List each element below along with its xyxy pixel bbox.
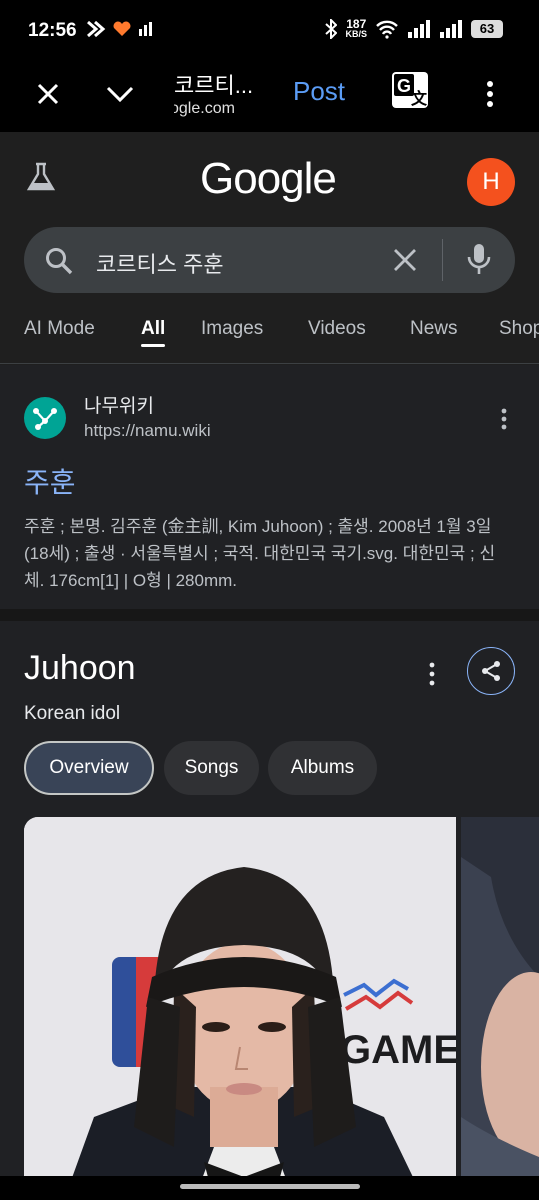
bluetooth-icon: [325, 18, 338, 39]
namuwiki-site-icon: [24, 397, 66, 439]
kp-main-image[interactable]: GAME: [24, 817, 456, 1200]
search-result: 나무위키 https://namu.wiki 주훈 주훈 ; 본명. 김주훈 (…: [0, 365, 539, 609]
tab-ai-mode[interactable]: AI Mode: [24, 318, 95, 340]
namuwiki-logo-icon: [33, 408, 57, 430]
share-icon: [482, 661, 500, 681]
post-button[interactable]: Post: [293, 76, 345, 107]
search-tabs: AI Mode All Images Videos News Shop: [0, 308, 539, 364]
labs-button[interactable]: [24, 160, 58, 199]
account-avatar[interactable]: H: [467, 158, 515, 206]
mic-icon[interactable]: [466, 243, 492, 277]
gesture-handle[interactable]: [180, 1184, 360, 1189]
translate-icon: G 文: [394, 74, 428, 108]
status-time: 12:56: [28, 20, 77, 41]
search-icon: [46, 248, 73, 275]
chevron-down-icon: [106, 86, 134, 103]
more-menu-button[interactable]: [466, 70, 514, 118]
result-site-name[interactable]: 나무위키: [84, 391, 154, 418]
active-tab-indicator: [141, 344, 165, 347]
tab-title-block[interactable]: 코르티... ogle.com: [174, 68, 274, 118]
tab-shopping[interactable]: Shop: [499, 318, 539, 340]
result-snippet: 주훈 ; 본명. 김주훈 (金主訓, Kim Juhoon) ; 출생. 200…: [24, 517, 496, 590]
minimize-button[interactable]: [96, 70, 144, 118]
portrait-photo: GAME: [24, 817, 456, 1200]
kp-more-icon[interactable]: [422, 661, 442, 687]
chip-songs[interactable]: Songs: [164, 741, 259, 795]
wifi-icon: [376, 20, 398, 39]
app-notification-icon: [87, 20, 106, 38]
heart-notification-icon: [113, 21, 131, 36]
chip-overview[interactable]: Overview: [24, 741, 154, 795]
tab-all[interactable]: All: [141, 318, 165, 340]
signal-icon: [408, 19, 430, 38]
share-button[interactable]: [467, 647, 515, 695]
tab-news[interactable]: News: [410, 318, 458, 340]
notification-icons: [86, 20, 152, 38]
knowledge-panel: Juhoon Korean idol Overview Songs Albums…: [0, 621, 539, 1200]
clear-icon[interactable]: [392, 247, 418, 273]
backdrop-game-text: GAME: [340, 1028, 456, 1072]
signal-small-icon: [139, 22, 152, 36]
result-more-icon[interactable]: [494, 407, 514, 431]
tab-images[interactable]: Images: [201, 318, 263, 340]
speed-unit: KB/S: [345, 29, 367, 39]
system-nav-bar: [0, 1176, 539, 1200]
search-box[interactable]: 코르티스 주훈: [24, 227, 515, 293]
google-logo[interactable]: Google: [200, 154, 337, 204]
custom-tab-toolbar: 코르티... ogle.com Post G 文: [0, 60, 539, 132]
tab-videos[interactable]: Videos: [308, 318, 366, 340]
search-divider: [442, 239, 443, 281]
kp-title: Juhoon: [24, 649, 136, 687]
svg-text:G: G: [397, 76, 411, 96]
more-vert-icon: [487, 81, 493, 107]
svg-text:文: 文: [411, 89, 428, 108]
kp-subtitle: Korean idol: [24, 703, 121, 724]
google-results-page: Google H 코르티스 주훈 AI Mode All Images Vide…: [0, 132, 539, 1200]
tab-url: ogle.com: [174, 100, 235, 117]
section-separator: [0, 609, 539, 621]
search-input[interactable]: 코르티스 주훈: [96, 247, 224, 279]
kp-side-image[interactable]: [461, 817, 539, 1200]
result-title-link[interactable]: 주훈: [24, 461, 76, 501]
tab-title: 코르티...: [174, 73, 254, 98]
battery-indicator: 63: [471, 19, 503, 38]
side-photo: [461, 817, 539, 1200]
status-right: 187 KB/S 63: [325, 18, 503, 39]
google-header: Google H: [0, 132, 539, 227]
signal-icon-2: [440, 19, 462, 38]
result-site-url[interactable]: https://namu.wiki: [84, 421, 211, 441]
flask-icon: [26, 162, 56, 191]
chip-albums[interactable]: Albums: [268, 741, 377, 795]
translate-button[interactable]: G 文: [392, 72, 428, 108]
close-icon: [37, 83, 59, 105]
network-speed: 187 KB/S: [345, 18, 367, 39]
close-button[interactable]: [24, 70, 72, 118]
status-bar: 12:56 187 KB/S 63: [0, 0, 539, 60]
